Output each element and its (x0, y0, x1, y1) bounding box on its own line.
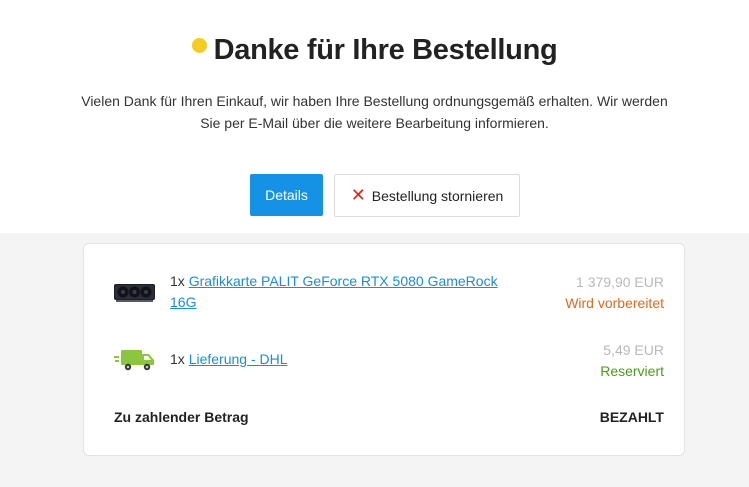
page-subtitle: Vielen Dank für Ihren Einkauf, wir haben… (81, 93, 668, 131)
cancel-order-label: Bestellung stornieren (371, 187, 504, 204)
close-icon: ✕ (350, 184, 366, 205)
order-item-text: 1x Lieferung - DHL (170, 349, 510, 370)
payment-status: BEZAHLT (599, 409, 664, 425)
order-summary-card: 1x Grafikkarte PALIT GeForce RTX 5080 Ga… (83, 243, 685, 456)
cancel-order-button[interactable]: ✕ Bestellung stornieren (334, 174, 520, 217)
item-status: Wird vorbereitet (565, 295, 664, 311)
status-dot-icon (191, 38, 207, 53)
delivery-truck-icon (114, 348, 155, 377)
header-section: Danke für Ihre Bestellung Vielen Dank fü… (0, 0, 749, 233)
item-price: 5,49 EUR (603, 342, 664, 358)
item-quantity: 1x (170, 273, 185, 289)
page-title: Danke für Ihre Bestellung (213, 34, 558, 66)
item-status: Reserviert (600, 363, 664, 379)
page-title-row: Danke für Ihre Bestellung (0, 34, 749, 67)
total-label: Zu zahlender Betrag (114, 409, 249, 425)
item-price: 1 379,90 EUR (576, 274, 664, 290)
order-item-text: 1x Grafikkarte PALIT GeForce RTX 5080 Ga… (170, 271, 510, 313)
details-button[interactable]: Details (250, 174, 323, 216)
item-link-graphics-card[interactable]: Grafikkarte PALIT GeForce RTX 5080 GameR… (170, 273, 498, 310)
graphics-card-icon (114, 282, 155, 308)
item-quantity: 1x (170, 351, 185, 367)
item-link-delivery[interactable]: Lieferung - DHL (189, 351, 288, 367)
